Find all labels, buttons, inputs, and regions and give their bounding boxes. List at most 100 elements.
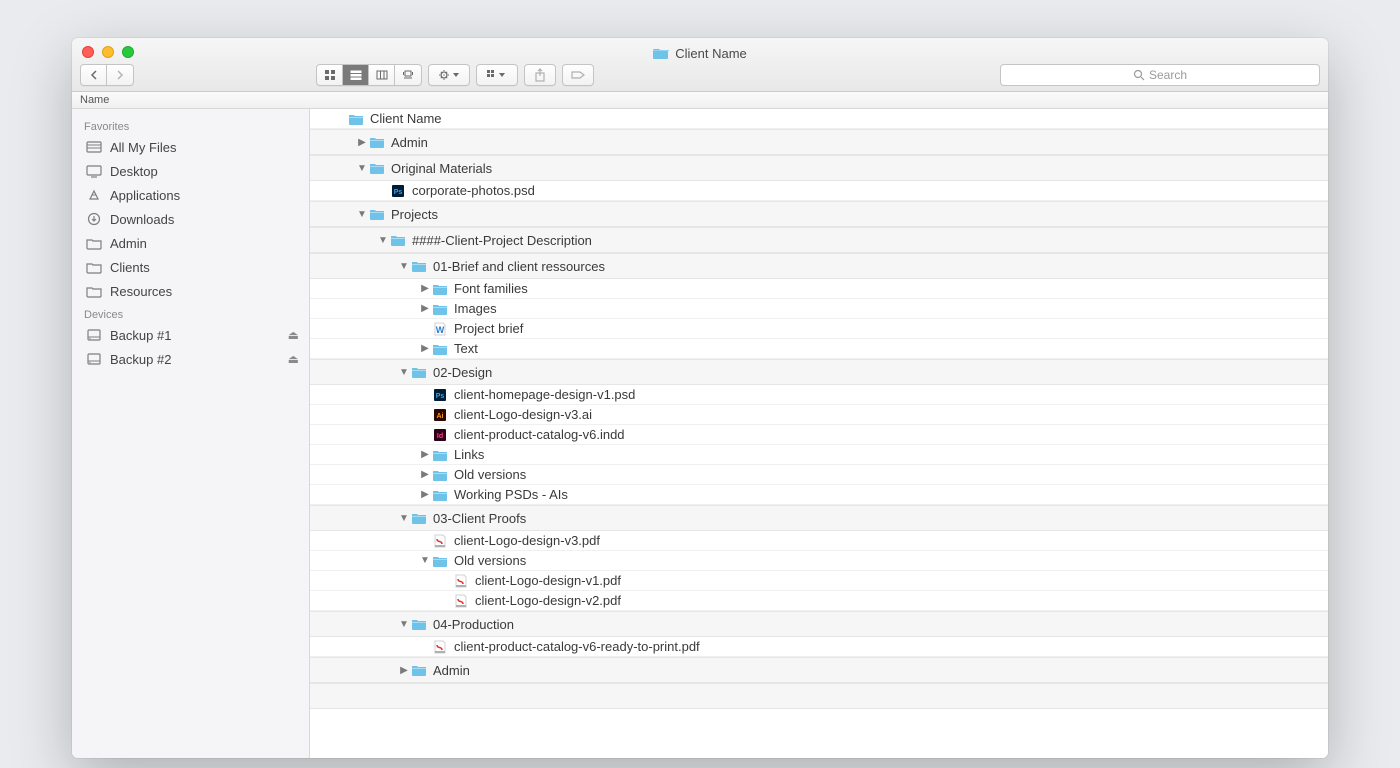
sidebar-item[interactable]: Admin bbox=[72, 231, 309, 255]
disclosure-triangle-icon[interactable]: ▼ bbox=[355, 209, 369, 220]
file-row[interactable]: Ps client-homepage-design-v1.psd bbox=[310, 385, 1328, 405]
column-header-name: Name bbox=[80, 94, 109, 106]
view-list-button[interactable] bbox=[343, 65, 369, 85]
folder-row[interactable]: ▼ Original Materials bbox=[310, 155, 1328, 181]
folder-row[interactable]: ▶Links bbox=[310, 445, 1328, 465]
share-button[interactable] bbox=[524, 64, 556, 86]
folder-icon bbox=[411, 511, 427, 525]
eject-icon[interactable]: ⏏ bbox=[288, 352, 299, 366]
disclosure-triangle-icon[interactable]: ▶ bbox=[418, 449, 432, 460]
downloads-icon bbox=[86, 211, 102, 227]
item-name: 02-Design bbox=[433, 365, 492, 380]
svg-text:Ps: Ps bbox=[394, 189, 403, 196]
sidebar-item[interactable]: Desktop bbox=[72, 159, 309, 183]
search-field[interactable]: Search bbox=[1000, 64, 1320, 86]
item-name: client-Logo-design-v3.pdf bbox=[454, 533, 600, 548]
disclosure-triangle-icon[interactable]: ▼ bbox=[418, 555, 432, 566]
arrange-menu-button[interactable] bbox=[476, 64, 518, 86]
folder-row[interactable]: ▼ 03-Client Proofs bbox=[310, 505, 1328, 531]
folder-row[interactable]: ▶ Old versions bbox=[310, 465, 1328, 485]
folder-row[interactable]: ▶ Images bbox=[310, 299, 1328, 319]
folder-row[interactable]: ▶Working PSDs - AIs bbox=[310, 485, 1328, 505]
column-header[interactable]: Name bbox=[72, 92, 1328, 109]
item-name: client-homepage-design-v1.psd bbox=[454, 387, 635, 402]
disclosure-triangle-icon[interactable]: ▼ bbox=[397, 261, 411, 272]
disclosure-triangle-icon[interactable]: ▼ bbox=[355, 163, 369, 174]
disclosure-triangle-icon[interactable]: ▼ bbox=[397, 619, 411, 630]
eject-icon[interactable]: ⏏ bbox=[288, 328, 299, 342]
disk-icon bbox=[86, 351, 102, 367]
tags-button[interactable] bbox=[562, 64, 594, 86]
disclosure-triangle-icon[interactable]: ▶ bbox=[418, 469, 432, 480]
sidebar-item[interactable]: Backup #1 ⏏ bbox=[72, 323, 309, 347]
file-row[interactable]: client-Logo-design-v1.pdf bbox=[310, 571, 1328, 591]
folder-row[interactable]: ▼ Projects bbox=[310, 201, 1328, 227]
folder-icon bbox=[369, 161, 385, 175]
item-name: Old versions bbox=[454, 553, 526, 568]
disclosure-triangle-icon[interactable]: ▶ bbox=[397, 665, 411, 676]
item-name: Images bbox=[454, 301, 497, 316]
item-name: Original Materials bbox=[391, 161, 492, 176]
folder-icon bbox=[432, 554, 448, 568]
item-name: client-Logo-design-v1.pdf bbox=[475, 573, 621, 588]
item-name: 03-Client Proofs bbox=[433, 511, 526, 526]
folder-icon bbox=[411, 259, 427, 273]
file-row[interactable]: Idclient-product-catalog-v6.indd bbox=[310, 425, 1328, 445]
sidebar-item[interactable]: Clients bbox=[72, 255, 309, 279]
sidebar-section-label: Devices bbox=[72, 303, 309, 323]
folder-row[interactable]: ▼####-Client-Project Description bbox=[310, 227, 1328, 253]
disclosure-triangle-icon[interactable]: ▶ bbox=[418, 303, 432, 314]
file-row[interactable]: client-Logo-design-v3.pdf bbox=[310, 531, 1328, 551]
svg-text:Ps: Ps bbox=[436, 393, 445, 400]
folder-row[interactable]: ▶ Text bbox=[310, 339, 1328, 359]
item-name: Old versions bbox=[454, 467, 526, 482]
view-coverflow-button[interactable] bbox=[395, 65, 421, 85]
folder-icon bbox=[432, 342, 448, 356]
disclosure-triangle-icon[interactable]: ▶ bbox=[355, 137, 369, 148]
file-row[interactable]: client-product-catalog-v6-ready-to-print… bbox=[310, 637, 1328, 657]
item-name: client-Logo-design-v3.ai bbox=[454, 407, 592, 422]
sidebar-item[interactable]: Applications bbox=[72, 183, 309, 207]
folder-row[interactable]: ▼ Old versions bbox=[310, 551, 1328, 571]
sidebar-item-label: All My Files bbox=[110, 140, 176, 155]
disclosure-triangle-icon[interactable]: ▶ bbox=[418, 283, 432, 294]
sidebar-item[interactable]: All My Files bbox=[72, 135, 309, 159]
item-name: client-product-catalog-v6-ready-to-print… bbox=[454, 639, 700, 654]
item-name: Projects bbox=[391, 207, 438, 222]
file-row[interactable]: Ai client-Logo-design-v3.ai bbox=[310, 405, 1328, 425]
folder-row[interactable]: ▶Admin bbox=[310, 657, 1328, 683]
sidebar-item[interactable]: Downloads bbox=[72, 207, 309, 231]
forward-button[interactable] bbox=[107, 65, 133, 85]
item-name: Project brief bbox=[454, 321, 523, 336]
folder-row[interactable]: ▼ 02-Design bbox=[310, 359, 1328, 385]
file-row[interactable]: client-Logo-design-v2.pdf bbox=[310, 591, 1328, 611]
item-name: corporate-photos.psd bbox=[412, 183, 535, 198]
ai-icon: Ai bbox=[432, 408, 448, 422]
nav-buttons bbox=[80, 64, 134, 86]
folder-row[interactable]: ▶Admin bbox=[310, 129, 1328, 155]
disclosure-triangle-icon[interactable]: ▶ bbox=[418, 489, 432, 500]
psd-icon: Ps bbox=[390, 184, 406, 198]
disclosure-triangle-icon[interactable]: ▼ bbox=[397, 513, 411, 524]
folder-icon bbox=[432, 448, 448, 462]
file-row[interactable]: Ps corporate-photos.psd bbox=[310, 181, 1328, 201]
folder-row[interactable]: ▼04-Production bbox=[310, 611, 1328, 637]
back-button[interactable] bbox=[81, 65, 107, 85]
folder-icon bbox=[348, 112, 364, 126]
disclosure-triangle-icon[interactable]: ▶ bbox=[418, 343, 432, 354]
view-icons-button[interactable] bbox=[317, 65, 343, 85]
file-row[interactable]: WProject brief bbox=[310, 319, 1328, 339]
folder-row[interactable]: ▶Font families bbox=[310, 279, 1328, 299]
folder-icon bbox=[432, 488, 448, 502]
view-columns-button[interactable] bbox=[369, 65, 395, 85]
sidebar-item[interactable]: Backup #2⏏ bbox=[72, 347, 309, 371]
folder-row[interactable]: ▼01-Brief and client ressources bbox=[310, 253, 1328, 279]
sidebar-item[interactable]: Resources bbox=[72, 279, 309, 303]
item-name: Text bbox=[454, 341, 478, 356]
disclosure-triangle-icon[interactable]: ▼ bbox=[376, 235, 390, 246]
sidebar-item-label: Backup #1 bbox=[110, 328, 171, 343]
psd-icon: Ps bbox=[432, 388, 448, 402]
disclosure-triangle-icon[interactable]: ▼ bbox=[397, 367, 411, 378]
action-menu-button[interactable] bbox=[428, 64, 470, 86]
folder-row[interactable]: Client Name bbox=[310, 109, 1328, 129]
